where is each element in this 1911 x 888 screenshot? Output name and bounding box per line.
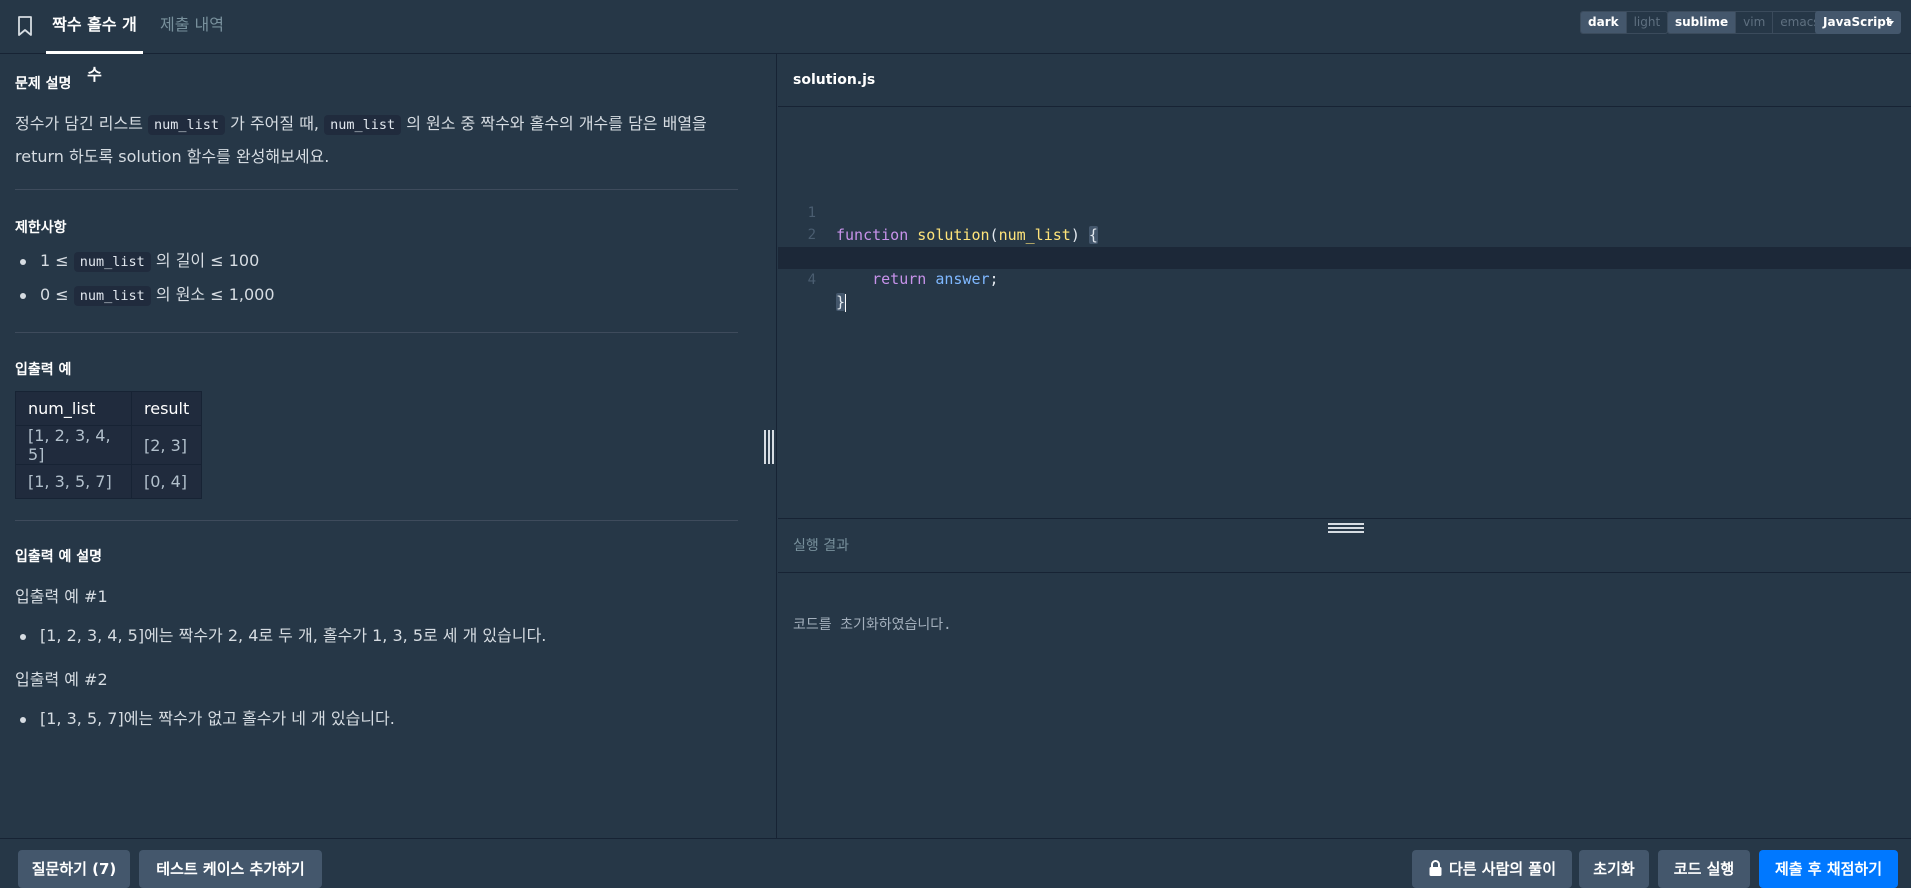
table-row: [1, 3, 5, 7] [0, 4]: [15, 464, 203, 499]
table-cell: [1, 3, 5, 7]: [15, 464, 132, 499]
question-button[interactable]: 질문하기 (7): [18, 850, 130, 888]
limits-title: 제한사항: [15, 220, 67, 236]
add-test-case-button[interactable]: 테스트 케이스 추가하기: [139, 850, 322, 888]
table-row: [1, 2, 3, 4, 5] [2, 3]: [15, 425, 203, 465]
divider: [15, 189, 738, 190]
code-line: 3 return answer;: [778, 224, 1911, 288]
list-item: [1, 2, 3, 4, 5]에는 짝수가 2, 4로 두 개, 홀수가 1, …: [19, 619, 546, 653]
horizontal-resize-handle[interactable]: [1328, 523, 1364, 534]
result-output: 코드를 초기화하였습니다.: [793, 617, 952, 633]
code-line-active: 4 }: [778, 247, 1911, 312]
language-dropdown[interactable]: JavaScript: [1815, 11, 1901, 34]
footer-toolbar: 질문하기 (7) 테스트 케이스 추가하기 다른 사람의 풀이 초기화 코드 실…: [0, 838, 1911, 888]
run-code-button[interactable]: 코드 실행: [1658, 850, 1750, 888]
table-header: num_list: [15, 391, 132, 426]
description-text: 가 주어질 때,: [225, 114, 325, 133]
keymap-toggle: sublime vim emacs: [1667, 11, 1828, 34]
description-text: 정수가 담긴 리스트: [15, 114, 149, 133]
code-line: 1 function solution(num_list) {: [778, 180, 1911, 244]
table-cell: [1, 2, 3, 4, 5]: [15, 425, 132, 465]
divider: [15, 520, 738, 521]
language-label: JavaScript: [1823, 15, 1892, 29]
inline-code: num_list: [324, 115, 402, 135]
bookmark-icon[interactable]: [17, 16, 33, 36]
divider: [778, 572, 1911, 573]
keymap-sublime-option[interactable]: sublime: [1668, 12, 1736, 33]
table-cell: [2, 3]: [130, 425, 203, 465]
example-label: 입출력 예 #1: [15, 587, 108, 606]
lock-icon: [1429, 860, 1442, 876]
keymap-vim-option[interactable]: vim: [1735, 12, 1772, 33]
others-solutions-button[interactable]: 다른 사람의 풀이: [1412, 850, 1572, 888]
tab-problem[interactable]: 짝수 홀수 개수: [46, 0, 143, 84]
code-line: 2 var answer = [];: [778, 202, 1911, 266]
chevron-down-icon: [1888, 21, 1894, 25]
table-header: result: [130, 391, 203, 426]
editor-panel: solution.js 1 function solution(num_list…: [778, 54, 1911, 838]
divider: [778, 518, 1911, 519]
vertical-resize-handle[interactable]: [764, 430, 774, 464]
tab-submissions[interactable]: 제출 내역: [160, 0, 224, 54]
reset-button[interactable]: 초기화: [1579, 850, 1649, 888]
inline-code: num_list: [73, 252, 151, 272]
problem-description: 정수가 담긴 리스트 num_list 가 주어질 때, num_list 의 …: [15, 108, 738, 172]
code-editor[interactable]: 1 function solution(num_list) { 2 var an…: [778, 107, 1911, 571]
io-table: num_list result [1, 2, 3, 4, 5] [2, 3] […: [15, 391, 203, 499]
problem-panel: 문제 설명 정수가 담긴 리스트 num_list 가 주어질 때, num_l…: [0, 54, 777, 838]
theme-dark-option[interactable]: dark: [1581, 12, 1626, 33]
limits-list: 1 ≤ num_list 의 길이 ≤ 100 0 ≤ num_list 의 원…: [20, 244, 275, 312]
list-item: [1, 3, 5, 7]에는 짝수가 없고 홀수가 네 개 있습니다.: [20, 702, 395, 736]
divider: [15, 332, 738, 333]
example-label: 입출력 예 #2: [15, 670, 108, 689]
table-cell: [0, 4]: [130, 464, 203, 499]
description-title: 문제 설명: [15, 76, 72, 92]
theme-toggle: dark light: [1580, 11, 1669, 34]
submit-button[interactable]: 제출 후 채점하기: [1759, 850, 1898, 888]
table-header-row: num_list result: [15, 391, 203, 426]
io-explain-title: 입출력 예 설명: [15, 549, 103, 565]
inline-code: num_list: [73, 286, 151, 306]
header: 짝수 홀수 개수 제출 내역 dark light sublime vim em…: [0, 0, 1911, 84]
text-cursor: [845, 293, 847, 312]
line-number: 4: [807, 272, 816, 288]
io-title: 입출력 예: [15, 362, 72, 378]
example-list: [1, 2, 3, 4, 5]에는 짝수가 2, 4로 두 개, 홀수가 1, …: [19, 619, 546, 653]
others-solutions-label: 다른 사람의 풀이: [1448, 860, 1557, 878]
example-list: [1, 3, 5, 7]에는 짝수가 없고 홀수가 네 개 있습니다.: [20, 702, 395, 736]
file-tab: solution.js: [793, 72, 876, 88]
list-item: 0 ≤ num_list 의 원소 ≤ 1,000: [20, 278, 275, 312]
list-item: 1 ≤ num_list 의 길이 ≤ 100: [20, 244, 275, 278]
theme-light-option[interactable]: light: [1625, 12, 1668, 33]
inline-code: num_list: [148, 115, 226, 135]
result-title: 실행 결과: [793, 538, 849, 554]
